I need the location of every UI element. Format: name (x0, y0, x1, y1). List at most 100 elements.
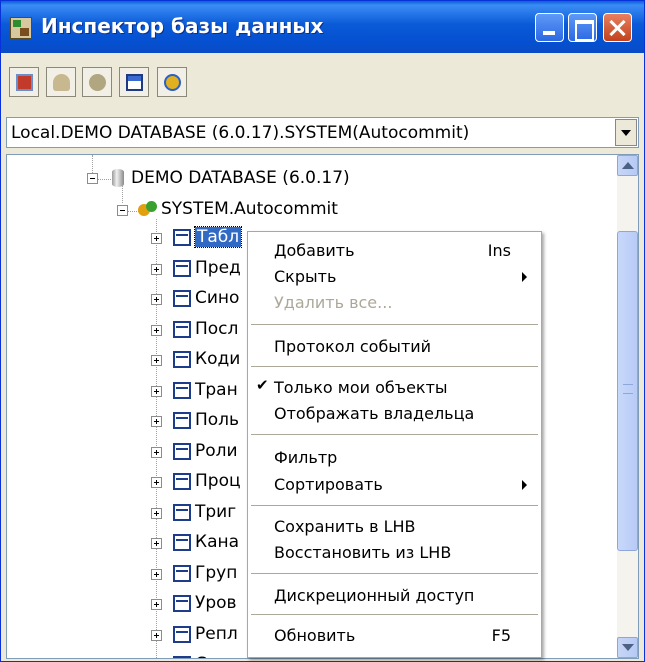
toolbar (1, 55, 644, 109)
object-folder-icon (173, 656, 191, 658)
object-folder-icon (173, 382, 191, 399)
object-folder-icon (173, 626, 191, 643)
expand-toggle[interactable] (151, 325, 162, 336)
menu-item-label: Отображать владельца (274, 404, 475, 423)
menu-item-only-my-objects[interactable]: ✔ Только мои объекты (250, 374, 539, 400)
tree-node-label[interactable]: Роли (195, 441, 238, 461)
tree-node-label[interactable]: Поль (195, 410, 239, 430)
object-folder-icon (173, 534, 191, 551)
connection-select[interactable]: Local.DEMO DATABASE (6.0.17).SYSTEM(Auto… (6, 117, 639, 148)
menu-item-label: Сортировать (274, 475, 383, 494)
menu-item-hide[interactable]: Скрыть (250, 263, 539, 289)
maximize-button[interactable] (568, 13, 597, 42)
expand-toggle[interactable] (87, 173, 98, 184)
tree-node-schema[interactable]: SYSTEM.Autocommit (161, 199, 338, 219)
tree-node-label[interactable]: Табл (193, 226, 243, 248)
object-folder-icon (173, 565, 191, 582)
menu-item-add[interactable]: Добавить Ins (250, 237, 539, 263)
toolbar-add-object-button[interactable] (9, 67, 39, 97)
window-title: Инспектор базы данных (41, 14, 324, 38)
vertical-scrollbar[interactable] (617, 155, 638, 658)
object-folder-icon (173, 290, 191, 307)
submenu-arrow-icon (522, 272, 527, 282)
menu-separator (251, 434, 538, 435)
tree-node-label[interactable]: Кана (195, 532, 239, 552)
expand-toggle[interactable] (151, 416, 162, 427)
toolbar-user-button[interactable] (46, 67, 76, 97)
menu-item-discretionary-access[interactable]: Дискреционный доступ (250, 582, 539, 608)
expand-toggle[interactable] (151, 538, 162, 549)
tree-connector (122, 185, 123, 203)
expand-toggle[interactable] (151, 630, 162, 641)
toolbar-refresh-button[interactable] (157, 67, 187, 97)
scroll-up-button[interactable] (617, 155, 638, 176)
menu-separator (251, 614, 538, 615)
toolbar-bell-button[interactable] (82, 67, 112, 97)
close-button[interactable] (603, 13, 632, 42)
tree-node-label[interactable]: Груп (195, 563, 237, 583)
connection-select-value: Local.DEMO DATABASE (6.0.17).SYSTEM(Auto… (11, 123, 470, 143)
scroll-down-button[interactable] (617, 637, 638, 658)
expand-toggle[interactable] (151, 233, 162, 244)
user-icon (53, 74, 70, 91)
menu-item-label: Протокол событий (274, 337, 432, 356)
menu-item-label: Только мои объекты (274, 378, 448, 397)
object-folder-icon (173, 351, 191, 368)
minimize-button[interactable] (535, 13, 564, 42)
tree-connector (92, 155, 93, 173)
expand-toggle[interactable] (151, 477, 162, 488)
tree-node-label[interactable]: Проц (195, 471, 241, 491)
tree-node-label[interactable]: Уров (195, 593, 237, 613)
expand-toggle[interactable] (151, 508, 162, 519)
title-bar[interactable]: Инспектор базы данных (1, 1, 644, 53)
expand-toggle[interactable] (151, 599, 162, 610)
object-folder-icon (173, 412, 191, 429)
object-folder-icon (173, 595, 191, 612)
menu-item-label: Скрыть (274, 267, 337, 286)
tree-node-database[interactable]: DEMO DATABASE (6.0.17) (131, 168, 350, 188)
menu-item-refresh[interactable]: Обновить F5 (250, 622, 539, 648)
menu-item-delete-all: Удалить все... (250, 289, 539, 315)
tree-node-label[interactable]: Пред (195, 258, 241, 278)
menu-item-label: Добавить (274, 241, 355, 260)
tree-node-label[interactable]: Репл (195, 624, 238, 644)
expand-toggle[interactable] (151, 294, 162, 305)
menu-item-label: Восстановить из LHB (274, 543, 452, 562)
menu-item-filter[interactable]: Фильтр (250, 444, 539, 470)
menu-item-shortcut: Ins (487, 241, 511, 260)
tree-connector (97, 179, 111, 180)
tree-node-label[interactable]: Посл (195, 319, 238, 339)
menu-separator (251, 573, 538, 574)
add-object-icon (16, 74, 33, 91)
tree-node-label[interactable]: Стан (195, 654, 238, 658)
menu-item-label: Дискреционный доступ (274, 586, 475, 605)
menu-item-sort[interactable]: Сортировать (250, 471, 539, 497)
expand-toggle[interactable] (151, 264, 162, 275)
tree-node-label[interactable]: Тран (195, 380, 238, 400)
toolbar-window-button[interactable] (119, 67, 149, 97)
submenu-arrow-icon (522, 480, 527, 490)
object-folder-icon (173, 473, 191, 490)
menu-item-label: Фильтр (274, 448, 338, 467)
object-folder-icon (173, 229, 191, 246)
tree-node-label[interactable]: Сино (195, 288, 239, 308)
object-folder-icon (173, 443, 191, 460)
tree-node-label[interactable]: Коди (195, 349, 240, 369)
tree-node-label[interactable]: Триг (195, 502, 236, 522)
scroll-thumb[interactable] (617, 231, 638, 551)
expand-toggle[interactable] (151, 447, 162, 458)
chevron-down-icon[interactable] (615, 119, 637, 146)
object-folder-icon (173, 260, 191, 277)
expand-toggle[interactable] (151, 386, 162, 397)
menu-item-show-owner[interactable]: Отображать владельца (250, 400, 539, 426)
menu-item-label: Удалить все... (274, 293, 393, 312)
expand-toggle[interactable] (117, 205, 128, 216)
expand-toggle[interactable] (151, 569, 162, 580)
menu-item-save-lhb[interactable]: Сохранить в LHB (250, 513, 539, 539)
database-icon (112, 169, 124, 187)
menu-item-restore-lhb[interactable]: Восстановить из LHB (250, 539, 539, 565)
menu-item-event-log[interactable]: Протокол событий (250, 333, 539, 359)
bell-icon (89, 74, 106, 91)
tree-connector (156, 219, 157, 658)
expand-toggle[interactable] (151, 355, 162, 366)
